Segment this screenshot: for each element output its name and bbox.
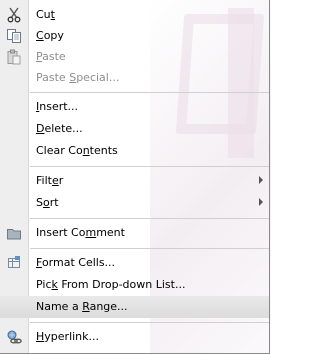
menu-item-label: Pick From Drop-down List... — [36, 278, 186, 291]
copy-icon — [5, 28, 22, 44]
hyperlink-icon — [5, 329, 22, 345]
menu-item-paste-special[interactable]: Paste Special... — [0, 67, 269, 89]
menu-separator — [30, 166, 269, 167]
menu-item-label: Insert... — [36, 100, 79, 113]
menu-item-pick-from-list[interactable]: Pick From Drop-down List... — [0, 274, 269, 296]
menu-item-cut[interactable]: Cut — [0, 4, 269, 26]
paste-icon — [5, 49, 22, 65]
menu-item-label: Insert Comment — [36, 226, 125, 239]
menu-item-label: Filter — [36, 174, 64, 187]
menu-item-label: Cut — [36, 8, 55, 21]
menu-item-label: Paste Special... — [36, 71, 120, 84]
menu-separator — [30, 218, 269, 219]
submenu-arrow-icon — [259, 176, 263, 184]
menu-item-hyperlink[interactable]: Hyperlink... — [0, 326, 269, 348]
menu-item-clear-contents[interactable]: Clear Contents — [0, 140, 269, 162]
scissors-icon — [5, 7, 22, 23]
menu-item-label: Paste — [36, 50, 66, 63]
menu-item-format-cells[interactable]: Format Cells... — [0, 252, 269, 274]
menu-separator — [30, 92, 269, 93]
format-cells-icon — [5, 255, 22, 271]
menu-item-insert[interactable]: Insert... — [0, 96, 269, 118]
menu-separator — [30, 248, 269, 249]
menu-item-filter[interactable]: Filter — [0, 170, 269, 192]
menu-item-delete[interactable]: Delete... — [0, 118, 269, 140]
submenu-arrow-icon — [259, 198, 263, 206]
menu-item-label: Delete... — [36, 122, 83, 135]
menu-item-label: Format Cells... — [36, 256, 116, 269]
menu-item-label: Clear Contents — [36, 144, 118, 157]
context-menu: Cut Copy Paste Paste Special... Insert..… — [0, 0, 270, 354]
menu-item-sort[interactable]: Sort — [0, 192, 269, 214]
menu-item-name-a-range[interactable]: Name a Range... — [0, 296, 269, 318]
menu-item-copy[interactable]: Copy — [0, 25, 269, 47]
menu-item-label: Name a Range... — [36, 300, 128, 313]
comment-icon — [5, 225, 22, 241]
menu-separator — [30, 322, 269, 323]
menu-item-label: Hyperlink... — [36, 330, 100, 343]
menu-item-insert-comment[interactable]: Insert Comment — [0, 222, 269, 244]
menu-item-label: Copy — [36, 29, 64, 42]
menu-item-paste[interactable]: Paste — [0, 46, 269, 68]
menu-item-label: Sort — [36, 196, 59, 209]
